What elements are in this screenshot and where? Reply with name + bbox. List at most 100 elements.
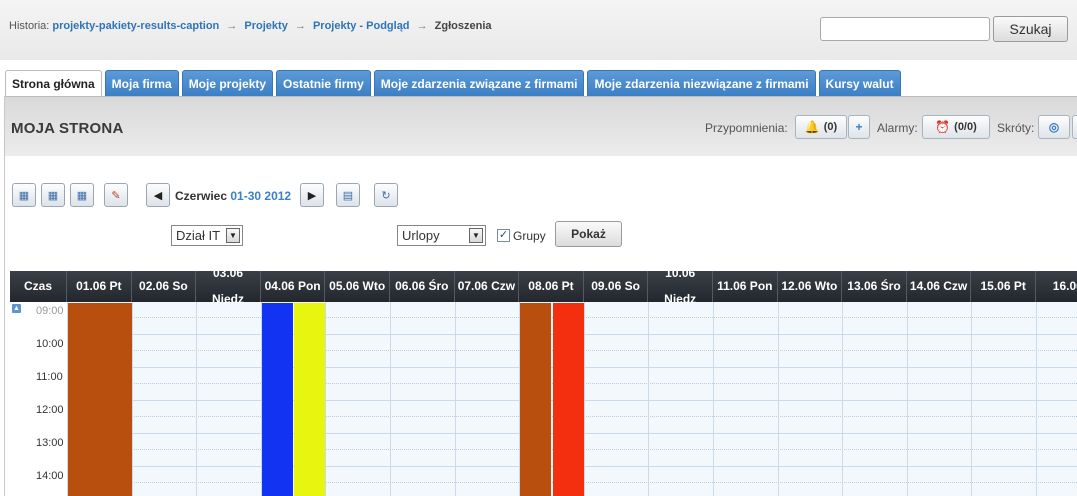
search-button[interactable]: Szukaj bbox=[993, 16, 1068, 42]
day-header-date: 07.06 Czw bbox=[457, 279, 516, 293]
day-header-date: 03.06 bbox=[212, 271, 243, 280]
panel-header: MOJA STRONA Przypomnienia: 🔔 (0) + Alarm… bbox=[5, 96, 1077, 156]
day-header[interactable]: 12.06 Wto bbox=[778, 271, 843, 302]
next-button[interactable]: ▶ bbox=[300, 183, 324, 207]
day-header[interactable]: 14.06 Czw bbox=[907, 271, 972, 302]
day-header[interactable]: 06.06 Śro bbox=[390, 271, 455, 302]
groups-checkbox[interactable]: ✓ bbox=[497, 229, 510, 242]
day-header[interactable]: 08.06 Pt bbox=[519, 271, 584, 302]
alarm-clock-icon: ⏰ bbox=[935, 120, 951, 134]
breadcrumb-current: Zgłoszenia bbox=[434, 20, 492, 32]
reminders-count: (0) bbox=[823, 121, 838, 133]
breadcrumb-label: Historia: bbox=[9, 20, 50, 32]
breadcrumb-arrow: → bbox=[226, 20, 238, 32]
tab-kursy-walut[interactable]: Kursy walut bbox=[818, 70, 901, 96]
breadcrumb-link-results[interactable]: projekty-pakiety-results-caption bbox=[52, 20, 219, 32]
type-value: Urlopy bbox=[402, 228, 440, 243]
department-select[interactable]: Dział IT ▼ bbox=[171, 225, 243, 246]
department-value: Dział IT bbox=[176, 228, 221, 243]
tab-moja-firma[interactable]: Moja firma bbox=[104, 70, 179, 96]
column-divider bbox=[583, 302, 585, 496]
time-label: 10:00 bbox=[36, 338, 64, 350]
day-header-date: 02.06 So bbox=[139, 279, 188, 293]
show-button[interactable]: Pokaż bbox=[555, 221, 622, 247]
column-divider bbox=[713, 302, 714, 496]
plus-icon: + bbox=[855, 120, 863, 134]
search-input[interactable] bbox=[820, 17, 990, 41]
day-header-date: 01.06 Pt bbox=[76, 279, 122, 293]
edit-button[interactable]: ✎ bbox=[104, 183, 128, 207]
reminders-button[interactable]: 🔔 (0) bbox=[795, 115, 847, 139]
day-header-date: 06.06 Śro bbox=[395, 279, 449, 293]
column-divider bbox=[390, 302, 391, 496]
calendar-header: Czas 01.06 Pt 02.06 So 03.06 Niedz 04.06 Pon… bbox=[10, 271, 1077, 306]
column-divider bbox=[196, 302, 198, 496]
tab-strona-glowna[interactable]: Strona główna bbox=[5, 70, 102, 98]
groups-label: Grupy bbox=[513, 229, 546, 243]
day-header[interactable]: 01.06 Pt bbox=[67, 271, 132, 302]
tab-zdarzenia-zwiazane[interactable]: Moje zdarzenia związane z firmami bbox=[373, 70, 585, 96]
day-header-date: 14.06 Czw bbox=[909, 279, 968, 293]
month-view-button[interactable]: ▦ bbox=[70, 183, 94, 207]
calendar-event[interactable] bbox=[261, 303, 294, 496]
calendar-event[interactable] bbox=[68, 303, 132, 496]
alarms-button[interactable]: ⏰ (0/0) bbox=[922, 115, 990, 139]
calendar-day-icon: ▦ bbox=[18, 189, 30, 202]
scroll-up-icon[interactable]: ▲ bbox=[12, 304, 21, 313]
type-select[interactable]: Urlopy ▼ bbox=[397, 225, 486, 246]
day-header[interactable]: 13.06 Śro bbox=[842, 271, 907, 302]
column-divider bbox=[648, 302, 650, 496]
arrow-left-icon: ◀ bbox=[153, 189, 163, 202]
breadcrumb-arrow: → bbox=[294, 20, 306, 32]
calendar-event[interactable] bbox=[552, 303, 584, 496]
month-name: Czerwiec bbox=[175, 189, 228, 203]
column-divider bbox=[906, 302, 908, 496]
calendar-event[interactable] bbox=[520, 303, 552, 496]
day-header[interactable]: 04.06 Pon bbox=[261, 271, 326, 302]
prev-button[interactable]: ◀ bbox=[146, 183, 170, 207]
tab-zdarzenia-niezwiazane[interactable]: Moje zdarzenia niezwiązane z firmami bbox=[587, 70, 816, 96]
edit-pencil-icon: ✎ bbox=[111, 189, 121, 202]
column-divider bbox=[131, 302, 133, 496]
main-tabs: Strona główna Moja firma Moje projekty O… bbox=[5, 70, 901, 98]
column-divider bbox=[454, 302, 456, 496]
breadcrumb-arrow: → bbox=[416, 20, 428, 32]
day-header[interactable]: 05.06 Wto bbox=[325, 271, 390, 302]
page-title: MOJA STRONA bbox=[11, 120, 124, 137]
day-header[interactable]: 07.06 Czw bbox=[455, 271, 520, 302]
day-header-date: 08.06 Pt bbox=[528, 279, 574, 293]
add-reminder-button[interactable]: + bbox=[848, 115, 870, 139]
day-header-date: 10.06 bbox=[665, 271, 696, 280]
tab-moje-projekty[interactable]: Moje projekty bbox=[181, 70, 274, 96]
day-view-button[interactable]: ▦ bbox=[12, 183, 36, 207]
calendar-event[interactable] bbox=[294, 303, 326, 496]
day-header-date: 12.06 Wto bbox=[781, 279, 838, 293]
day-header[interactable]: 03.06 Niedz bbox=[196, 271, 261, 306]
shortcut-button-2[interactable] bbox=[1072, 115, 1077, 139]
arrow-right-icon: ▶ bbox=[307, 189, 317, 202]
shortcut-button[interactable]: ◎ bbox=[1038, 115, 1070, 139]
day-header[interactable]: 09.06 So bbox=[584, 271, 649, 302]
reminders-label: Przypomnienia: bbox=[705, 121, 788, 135]
day-header[interactable]: 10.06 Niedz bbox=[648, 271, 713, 306]
refresh-button[interactable]: ↻ bbox=[374, 183, 398, 207]
calendar-week-icon: ▦ bbox=[47, 189, 59, 202]
calendar-icon: ▤ bbox=[342, 189, 354, 202]
week-view-button[interactable]: ▦ bbox=[41, 183, 65, 207]
calendar-picker-button[interactable]: ▤ bbox=[336, 183, 360, 207]
day-header-date: 11.06 Pon bbox=[717, 279, 773, 293]
day-header[interactable]: 15.06 Pt bbox=[971, 271, 1036, 302]
day-header[interactable]: 11.06 Pon bbox=[713, 271, 778, 302]
alarms-count: (0/0) bbox=[954, 121, 977, 133]
refresh-icon: ↻ bbox=[381, 189, 391, 202]
breadcrumb-link-podglad[interactable]: Projekty - Podgląd bbox=[313, 20, 410, 32]
column-divider bbox=[971, 302, 973, 496]
day-header[interactable]: 02.06 So bbox=[132, 271, 197, 302]
breadcrumb-link-projekty[interactable]: Projekty bbox=[244, 20, 287, 32]
shortcuts-label: Skróty: bbox=[997, 121, 1035, 135]
alarms-label: Alarmy: bbox=[877, 121, 918, 135]
top-header: Historia: projekty-pakiety-results-capti… bbox=[0, 0, 1077, 60]
column-divider bbox=[777, 302, 779, 496]
tab-ostatnie-firmy[interactable]: Ostatnie firmy bbox=[276, 70, 371, 96]
day-header[interactable]: 16.06 bbox=[1036, 271, 1077, 302]
